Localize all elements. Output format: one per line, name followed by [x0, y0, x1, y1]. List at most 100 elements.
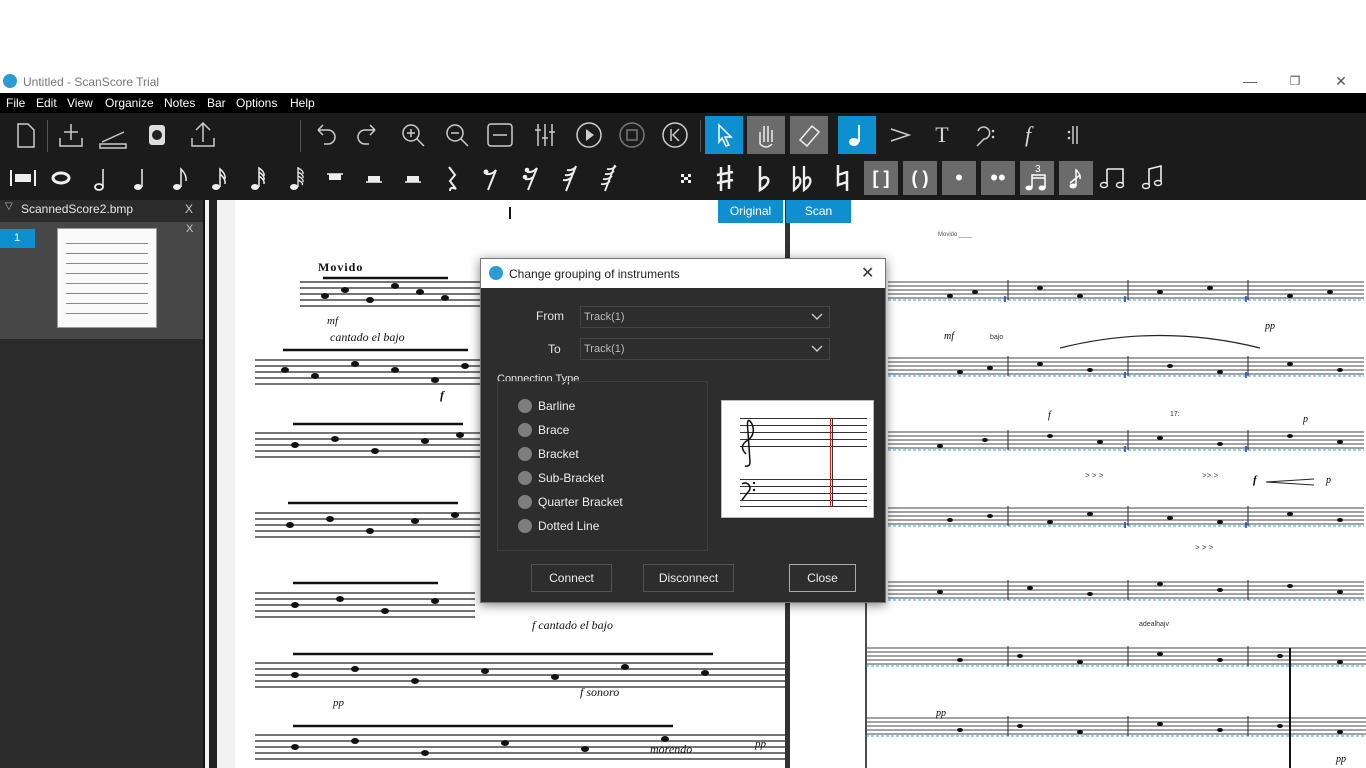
dynamics-tool-icon[interactable]: f: [1009, 116, 1047, 154]
help-icon[interactable]: [138, 116, 176, 154]
restore-button[interactable]: ❐: [1280, 72, 1310, 90]
eighth-note-icon[interactable]: [162, 161, 196, 195]
remove-page-button[interactable]: X: [186, 223, 193, 235]
menu-edit[interactable]: Edit: [36, 96, 57, 110]
render-accents-3: >> >: [1202, 471, 1219, 480]
multimeasure-rest-icon[interactable]: [6, 161, 40, 195]
undo-icon[interactable]: [306, 116, 344, 154]
whole-note-icon[interactable]: [44, 161, 78, 195]
title-bar: Untitled - ScanScore Trial — ❐ ✕: [0, 70, 1366, 93]
menu-help[interactable]: Help: [290, 96, 315, 110]
flat-icon[interactable]: [747, 161, 781, 195]
page-item[interactable]: 1 X: [0, 222, 203, 339]
menu-notes[interactable]: Notes: [164, 96, 195, 110]
eighth-rest-icon[interactable]: [474, 161, 508, 195]
new-file-icon[interactable]: [6, 116, 44, 154]
whole-rest-icon[interactable]: [318, 161, 352, 195]
select-icon[interactable]: [705, 116, 743, 154]
clef-tool-icon[interactable]: [966, 116, 1004, 154]
scanner-icon[interactable]: [94, 116, 132, 154]
to-value: Track(1): [584, 343, 625, 355]
close-dialog-button[interactable]: Close: [789, 564, 856, 592]
zoom-out-icon[interactable]: [438, 116, 476, 154]
slur-icon[interactable]: [1137, 161, 1171, 195]
sixtyfourth-note-icon[interactable]: [279, 161, 313, 195]
sixteenth-note-icon[interactable]: [201, 161, 235, 195]
note-tool-icon[interactable]: [838, 116, 876, 154]
menu-organize[interactable]: Organize: [105, 96, 154, 110]
sharp-icon[interactable]: [708, 161, 742, 195]
menu-bar[interactable]: Bar: [207, 96, 226, 110]
menu-file[interactable]: File: [6, 96, 25, 110]
scan-annotation-cantado-2: f cantado el bajo: [532, 618, 613, 632]
menu-view[interactable]: View: [67, 96, 93, 110]
radio-icon[interactable]: [518, 471, 532, 485]
barline-tool-icon[interactable]: [1053, 116, 1091, 154]
connect-button[interactable]: Connect: [531, 564, 612, 592]
to-dropdown[interactable]: Track(1): [580, 338, 830, 360]
menu-options[interactable]: Options: [236, 96, 277, 110]
page-thumbnail[interactable]: [57, 228, 157, 328]
play-icon[interactable]: [570, 116, 608, 154]
half-rest-icon[interactable]: [357, 161, 391, 195]
zoom-in-icon[interactable]: [394, 116, 432, 154]
stop-icon[interactable]: [613, 116, 651, 154]
scan-tab-button[interactable]: Scan: [786, 200, 851, 223]
render-dynamic-p: p: [1326, 475, 1331, 486]
dialog-close-icon[interactable]: ✕: [861, 263, 874, 283]
radio-icon[interactable]: [518, 519, 532, 533]
radio-icon[interactable]: [518, 495, 532, 509]
mixer-icon[interactable]: [526, 116, 564, 154]
radio-icon[interactable]: [518, 447, 532, 461]
render-dynamic-pp: pp: [1265, 321, 1275, 332]
fit-page-icon[interactable]: [481, 116, 519, 154]
quarter-note-icon[interactable]: [123, 161, 157, 195]
to-label: To: [548, 342, 561, 356]
connection-type-group: Barline Brace Bracket Sub-Bracket Quarte…: [497, 381, 708, 551]
double-flat-icon[interactable]: [786, 161, 820, 195]
sixteenth-rest-icon[interactable]: [513, 161, 547, 195]
grace-note-icon[interactable]: [1059, 161, 1093, 195]
disconnect-button[interactable]: Disconnect: [643, 564, 734, 592]
close-window-button[interactable]: ✕: [1326, 72, 1356, 90]
pan-icon[interactable]: [747, 116, 785, 154]
render-text-adealhajv: adealhajv: [1139, 621, 1169, 628]
quarter-rest-icon[interactable]: [435, 161, 469, 195]
paren-accidental-icon[interactable]: ( ): [903, 161, 937, 195]
render-dynamic-pp-2: pp: [936, 708, 946, 719]
from-dropdown[interactable]: Track(1): [580, 306, 830, 328]
triplet-icon[interactable]: 3: [1020, 161, 1054, 195]
file-tab[interactable]: ▽ ScannedScore2.bmp X: [0, 200, 203, 218]
dot-icon[interactable]: •: [942, 161, 976, 195]
half-note-icon[interactable]: [84, 161, 118, 195]
export-icon[interactable]: [184, 116, 222, 154]
rewind-icon[interactable]: [656, 116, 694, 154]
thirtysecond-rest-icon[interactable]: [552, 161, 586, 195]
scanscore-dialog-icon: [489, 266, 503, 280]
window-title: Untitled - ScanScore Trial: [23, 75, 160, 89]
chevron-down-icon[interactable]: ▽: [5, 201, 13, 212]
quarter-rest-icon-a[interactable]: [396, 161, 430, 195]
main-toolbar: T f: [0, 113, 1366, 158]
sixtyfourth-rest-icon[interactable]: [591, 161, 625, 195]
natural-icon[interactable]: [825, 161, 859, 195]
radio-icon[interactable]: [518, 399, 532, 413]
redo-icon[interactable]: [349, 116, 387, 154]
file-panel: ▽ ScannedScore2.bmp X 1 X: [0, 200, 203, 768]
text-tool-icon[interactable]: T: [923, 116, 961, 154]
accent-tool-icon[interactable]: [881, 116, 919, 154]
original-tab-button[interactable]: Original: [718, 200, 783, 223]
minimize-button[interactable]: —: [1235, 72, 1265, 90]
thirtysecond-note-icon[interactable]: [240, 161, 274, 195]
eraser-icon[interactable]: [790, 116, 828, 154]
menu-bar: File Edit View Organize Notes Bar Option…: [0, 93, 1366, 113]
import-icon[interactable]: [52, 116, 90, 154]
scan-dynamic-mf: mf: [327, 315, 338, 327]
bracket-accidental-icon[interactable]: [ ]: [864, 161, 898, 195]
tie-icon[interactable]: [1098, 161, 1132, 195]
radio-icon[interactable]: [518, 423, 532, 437]
render-dynamic-f: f: [1048, 410, 1051, 421]
close-file-button[interactable]: X: [185, 202, 193, 216]
grace-icon[interactable]: [669, 161, 703, 195]
double-dot-icon[interactable]: ••: [981, 161, 1015, 195]
